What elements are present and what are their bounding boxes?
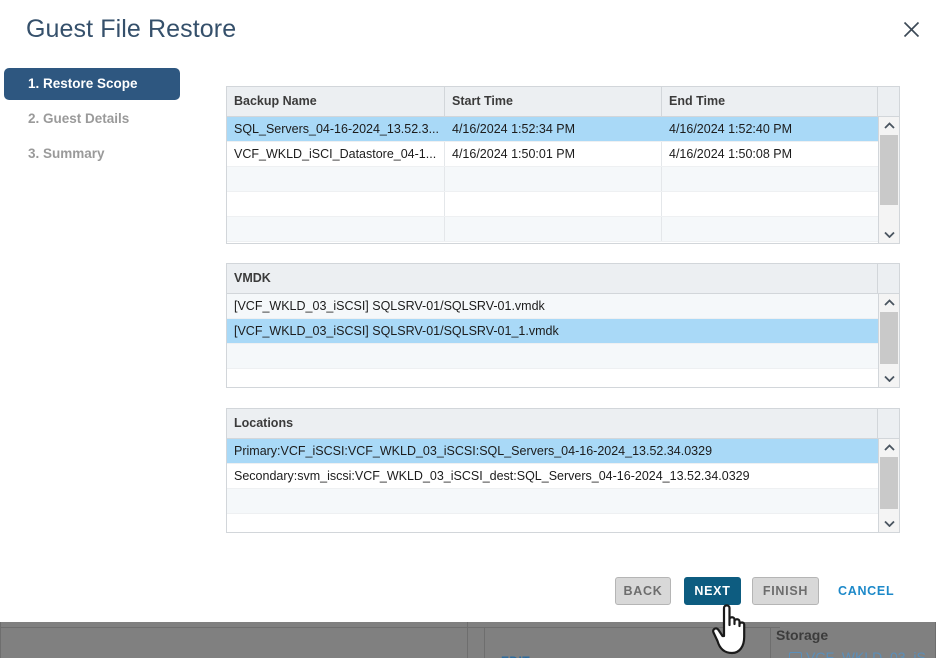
wizard-step-guest-details[interactable]: 2. Guest Details — [0, 103, 200, 135]
backups-table: Backup Name Start Time End Time SQL_Serv… — [226, 86, 900, 244]
wizard-step-label: 2. Guest Details — [28, 111, 130, 126]
list-item[interactable] — [227, 344, 878, 369]
vmdk-table: VMDK [VCF_WKLD_03_iSCSI] SQLSRV-01/SQLSR… — [226, 263, 900, 388]
cell-location-path — [227, 489, 878, 513]
locations-table-body: Primary:VCF_iSCSI:VCF_WKLD_03_iSCSI:SQL_… — [227, 439, 899, 532]
cell-backup-name — [227, 167, 445, 191]
cell-end-time: 4/16/2024 1:52:40 PM — [669, 122, 793, 136]
back-button[interactable]: BACK — [615, 577, 671, 605]
next-button[interactable]: NEXT — [684, 577, 741, 605]
column-header-start-time[interactable]: Start Time — [445, 87, 662, 116]
table-row[interactable]: SQL_Servers_04-16-2024_13.52.3... 4/16/2… — [227, 117, 878, 142]
vmdk-table-body: [VCF_WKLD_03_iSCSI] SQLSRV-01/SQLSRV-01.… — [227, 294, 899, 387]
column-header-spacer — [878, 87, 899, 116]
backups-row-list: SQL_Servers_04-16-2024_13.52.3... 4/16/2… — [227, 117, 878, 243]
cell-start-time — [445, 167, 662, 191]
list-item[interactable]: Secondary:svm_iscsi:VCF_WKLD_03_iSCSI_de… — [227, 464, 878, 489]
column-header-spacer — [878, 264, 899, 293]
background-page: Storage EDIT VCF_WKLD_03_iS — [0, 618, 936, 658]
cell-backup-name: SQL_Servers_04-16-2024_13.52.3... — [227, 117, 445, 141]
cell-backup-name — [227, 217, 445, 241]
bg-divider — [484, 628, 485, 658]
chevron-down-icon[interactable] — [879, 515, 899, 532]
cell-start-time: 4/16/2024 1:52:34 PM — [445, 117, 662, 141]
wizard-steps: 1. Restore Scope 2. Guest Details 3. Sum… — [0, 68, 200, 173]
bg-divider — [467, 618, 468, 658]
table-row[interactable] — [227, 167, 878, 192]
close-icon[interactable] — [896, 14, 926, 44]
cell-start-time — [445, 192, 662, 216]
cell-start-time: 4/16/2024 1:50:01 PM — [445, 142, 662, 166]
locations-scrollbar[interactable] — [878, 439, 899, 532]
locations-table: Locations Primary:VCF_iSCSI:VCF_WKLD_03_… — [226, 408, 900, 533]
wizard-step-label: 3. Summary — [28, 146, 105, 161]
cancel-button[interactable]: CANCEL — [838, 577, 894, 605]
chevron-down-icon[interactable] — [879, 370, 899, 387]
chevron-up-icon[interactable] — [879, 294, 899, 311]
list-item[interactable] — [227, 514, 878, 532]
table-row[interactable] — [227, 217, 878, 242]
backups-table-body: SQL_Servers_04-16-2024_13.52.3... 4/16/2… — [227, 117, 899, 243]
cell-end-time — [662, 217, 878, 241]
wizard-step-label: 1. Restore Scope — [28, 76, 138, 91]
cell-vmdk-path: [VCF_WKLD_03_iSCSI] SQLSRV-01/SQLSRV-01.… — [234, 299, 545, 313]
list-item[interactable]: [VCF_WKLD_03_iSCSI] SQLSRV-01/SQLSRV-01_… — [227, 319, 878, 344]
cell-start-time — [445, 217, 662, 241]
cell-backup-name — [227, 192, 445, 216]
bg-divider — [0, 618, 1, 658]
vmdk-scrollbar[interactable] — [878, 294, 899, 387]
locations-row-list: Primary:VCF_iSCSI:VCF_WKLD_03_iSCSI:SQL_… — [227, 439, 878, 532]
bg-divider — [0, 627, 780, 628]
locations-scroll-thumb[interactable] — [880, 457, 898, 509]
cell-vmdk-path: [VCF_WKLD_03_iSCSI] SQLSRV-01/SQLSRV-01_… — [234, 324, 559, 338]
finish-button[interactable]: FINISH — [752, 577, 819, 605]
backups-scrollbar[interactable] — [878, 117, 899, 243]
list-item[interactable]: [VCF_WKLD_03_iSCSI] SQLSRV-01/SQLSRV-01.… — [227, 294, 878, 319]
chevron-up-icon[interactable] — [879, 117, 899, 134]
chevron-up-icon[interactable] — [879, 439, 899, 456]
locations-table-header: Locations — [227, 409, 899, 439]
datastore-icon — [789, 652, 802, 658]
wizard-step-restore-scope[interactable]: 1. Restore Scope — [4, 68, 180, 100]
vmdk-scroll-thumb[interactable] — [880, 312, 898, 364]
cell-end-time: 4/16/2024 1:50:08 PM — [669, 147, 793, 161]
vmdk-table-header: VMDK — [227, 264, 899, 294]
cell-location-path — [227, 514, 878, 532]
backups-scroll-thumb[interactable] — [880, 135, 898, 205]
cell-location-path: Primary:VCF_iSCSI:VCF_WKLD_03_iSCSI:SQL_… — [234, 444, 713, 458]
bg-storage-title: Storage — [776, 627, 829, 643]
list-item[interactable] — [227, 489, 878, 514]
list-item[interactable] — [227, 369, 878, 387]
column-header-vmdk[interactable]: VMDK — [227, 264, 878, 293]
list-item[interactable]: Primary:VCF_iSCSI:VCF_WKLD_03_iSCSI:SQL_… — [227, 439, 878, 464]
column-header-backup-name[interactable]: Backup Name — [227, 87, 445, 116]
column-header-spacer — [878, 409, 899, 438]
table-row[interactable]: VCF_WKLD_iSCI_Datastore_04-1... 4/16/202… — [227, 142, 878, 167]
table-row[interactable] — [227, 192, 878, 217]
bg-divider — [770, 628, 771, 658]
cell-end-time — [662, 192, 878, 216]
guest-file-restore-dialog: Guest File Restore 1. Restore Scope 2. G… — [0, 0, 936, 622]
column-header-end-time[interactable]: End Time — [662, 87, 878, 116]
backups-table-header: Backup Name Start Time End Time — [227, 87, 899, 117]
cell-backup-name: VCF_WKLD_iSCI_Datastore_04-1... — [227, 142, 445, 166]
vmdk-row-list: [VCF_WKLD_03_iSCSI] SQLSRV-01/SQLSRV-01.… — [227, 294, 878, 387]
cell-location-path: Secondary:svm_iscsi:VCF_WKLD_03_iSCSI_de… — [234, 469, 750, 483]
cell-vmdk-path — [227, 369, 878, 387]
cell-end-time — [662, 167, 878, 191]
bg-storage-item[interactable]: VCF_WKLD_03_iS — [806, 650, 926, 658]
page-title: Guest File Restore — [26, 15, 237, 43]
bg-edit-link[interactable]: EDIT — [501, 654, 530, 658]
dialog-footer: BACK NEXT FINISH CANCEL — [0, 566, 936, 622]
cell-vmdk-path — [227, 344, 878, 368]
chevron-down-icon[interactable] — [879, 226, 899, 243]
column-header-locations[interactable]: Locations — [227, 409, 878, 438]
wizard-step-summary[interactable]: 3. Summary — [0, 138, 200, 170]
